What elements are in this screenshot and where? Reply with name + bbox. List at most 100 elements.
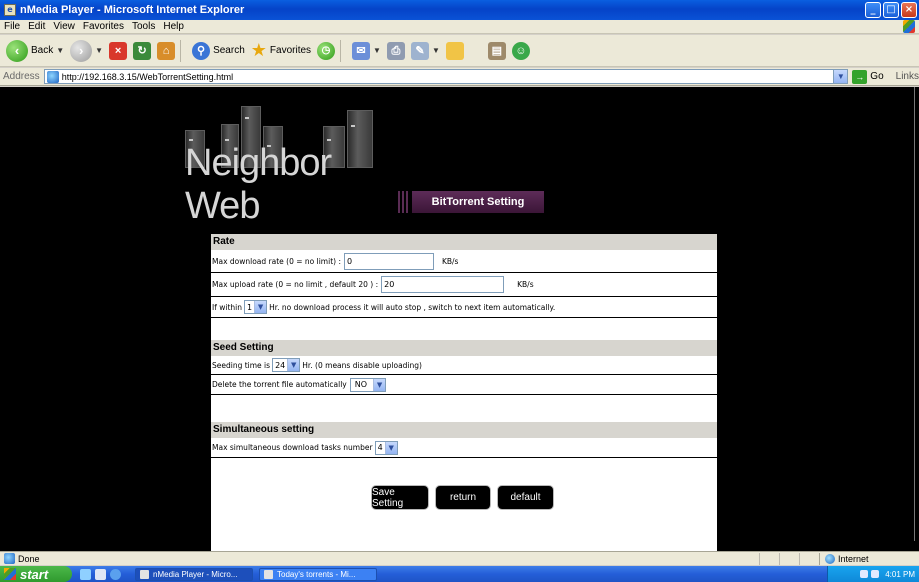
menu-file[interactable]: File xyxy=(0,21,24,32)
maximize-button[interactable]: □ xyxy=(883,2,899,18)
section-rate-title: Rate xyxy=(211,234,717,250)
browser-window: e nMedia Player - Microsoft Internet Exp… xyxy=(0,0,919,582)
chevron-down-icon: ▼ xyxy=(431,46,440,55)
search-button[interactable]: ⚲ Search xyxy=(192,41,245,60)
seeding-time-select[interactable]: 24 ▼ xyxy=(272,358,301,372)
search-label: Search xyxy=(213,45,245,56)
menu-bar: File Edit View Favorites Tools Help xyxy=(0,20,919,34)
page-done-icon xyxy=(4,553,15,564)
action-buttons: Save Setting return default xyxy=(371,485,554,510)
chevron-down-icon: ▼ xyxy=(287,359,300,371)
max-upload-unit: KB/s xyxy=(517,280,534,289)
volume-icon[interactable] xyxy=(871,570,880,578)
max-upload-input[interactable]: 20 xyxy=(381,276,505,293)
max-upload-value: 20 xyxy=(384,280,395,289)
max-tasks-value: 4 xyxy=(377,443,383,452)
page-heading: BitTorrent Setting xyxy=(398,190,544,214)
window-title: nMedia Player - Microsoft Internet Explo… xyxy=(20,4,245,16)
network-icon[interactable] xyxy=(860,570,869,578)
printer-icon: ⎙ xyxy=(386,41,405,60)
delete-torrent-select[interactable]: NO ▼ xyxy=(349,377,387,392)
default-button[interactable]: default xyxy=(497,485,554,510)
max-download-row: Max download rate (0 = no limit) : 0 KB/… xyxy=(211,250,717,273)
folder-icon xyxy=(445,41,464,60)
history-button[interactable]: ◷ xyxy=(317,41,336,60)
delete-torrent-label: Delete the torrent file automatically xyxy=(212,380,347,389)
chevron-down-icon: ▼ xyxy=(384,441,397,454)
ie-window-icon xyxy=(140,569,149,579)
chevron-down-icon: ▼ xyxy=(373,378,386,391)
status-text: Done xyxy=(18,553,40,564)
auto-stop-row: If within 1 ▼ Hr. no download process it… xyxy=(211,297,717,318)
address-bar: Address http://192.168.3.15/WebTorrentSe… xyxy=(0,68,919,86)
go-arrow-icon: → xyxy=(852,69,868,84)
delete-torrent-row: Delete the torrent file automatically NO… xyxy=(211,375,717,395)
section-simultaneous-title: Simultaneous setting xyxy=(211,422,717,438)
research-button[interactable]: ▤ xyxy=(487,41,506,60)
page-content: Neighbor Web BitTorrent Setting Rate Max… xyxy=(0,87,919,551)
messenger-button[interactable]: ☺ xyxy=(511,41,530,60)
forward-button[interactable]: › ▼ xyxy=(70,39,104,62)
quick-launch-icon[interactable] xyxy=(80,568,91,580)
start-label: start xyxy=(20,566,49,582)
print-button[interactable]: ⎙ xyxy=(386,41,405,60)
chevron-down-icon: ▼ xyxy=(373,46,381,55)
max-download-input[interactable]: 0 xyxy=(343,252,434,270)
system-tray: 4:01 PM xyxy=(827,566,919,582)
edit-button[interactable]: ✎ ▼ xyxy=(410,41,440,60)
research-icon: ▤ xyxy=(487,41,506,60)
save-setting-button[interactable]: Save Setting xyxy=(371,485,429,510)
close-button[interactable]: × xyxy=(901,2,917,18)
refresh-icon: ↻ xyxy=(133,41,152,60)
toolbar-divider xyxy=(180,39,182,62)
menu-view[interactable]: View xyxy=(49,21,79,32)
menu-tools[interactable]: Tools xyxy=(128,21,159,32)
chevron-down-icon: ▼ xyxy=(95,46,104,55)
favorites-label: Favorites xyxy=(269,45,312,56)
start-button[interactable]: start xyxy=(0,566,72,582)
show-desktop-icon[interactable] xyxy=(95,568,106,580)
menu-favorites[interactable]: Favorites xyxy=(79,21,128,32)
back-label: Back xyxy=(31,45,54,56)
minimize-button[interactable]: _ xyxy=(865,2,881,18)
title-bar: e nMedia Player - Microsoft Internet Exp… xyxy=(0,0,919,20)
chevron-down-icon: ▼ xyxy=(254,301,267,313)
max-download-value: 0 xyxy=(346,256,353,266)
mail-icon: ✉ xyxy=(352,41,371,60)
links-button[interactable]: Links xyxy=(896,71,919,82)
window-controls: _ □ × xyxy=(865,2,917,18)
go-button[interactable]: → Go xyxy=(852,69,884,84)
max-download-label: Max download rate (0 = no limit) : xyxy=(212,256,341,266)
back-button[interactable]: ‹ Back ▼ xyxy=(6,39,64,62)
return-button[interactable]: return xyxy=(435,485,491,510)
home-button[interactable]: ⌂ xyxy=(157,41,176,60)
folder-button[interactable] xyxy=(445,41,464,60)
address-dropdown-icon[interactable]: ▼ xyxy=(833,70,848,83)
tray-icons xyxy=(860,570,880,578)
mail-button[interactable]: ✉ ▼ xyxy=(352,41,381,60)
clock: 4:01 PM xyxy=(885,569,915,579)
address-input[interactable]: http://192.168.3.15/WebTorrentSetting.ht… xyxy=(43,69,849,84)
star-icon: ★ xyxy=(250,40,267,60)
max-tasks-select[interactable]: 4 ▼ xyxy=(374,440,398,455)
taskbar-item-nmedia[interactable]: nMedia Player - Micro... xyxy=(135,567,253,581)
auto-stop-select[interactable]: 1 ▼ xyxy=(244,300,268,314)
security-zone: Internet xyxy=(819,553,919,565)
globe-icon xyxy=(825,554,835,564)
toolbar-divider xyxy=(340,39,342,62)
favorites-button[interactable]: ★ Favorites xyxy=(251,40,311,61)
max-tasks-row: Max simultaneous download tasks number 4… xyxy=(211,438,717,458)
status-cells xyxy=(759,553,819,565)
ie-quick-icon[interactable] xyxy=(110,568,121,580)
page-icon xyxy=(46,70,59,83)
taskbar-item-label: Today's torrents - Mi... xyxy=(277,569,356,579)
seeding-time-value: 24 xyxy=(275,360,286,370)
taskbar-item-torrents[interactable]: Today's torrents - Mi... xyxy=(259,567,377,581)
menu-help[interactable]: Help xyxy=(159,21,188,32)
address-label: Address xyxy=(3,71,40,82)
menu-edit[interactable]: Edit xyxy=(24,21,49,32)
refresh-button[interactable]: ↻ xyxy=(133,41,152,60)
zone-label: Internet xyxy=(838,554,869,564)
stop-button[interactable]: × xyxy=(109,41,128,60)
taskbar: start nMedia Player - Micro... Today's t… xyxy=(0,566,919,582)
